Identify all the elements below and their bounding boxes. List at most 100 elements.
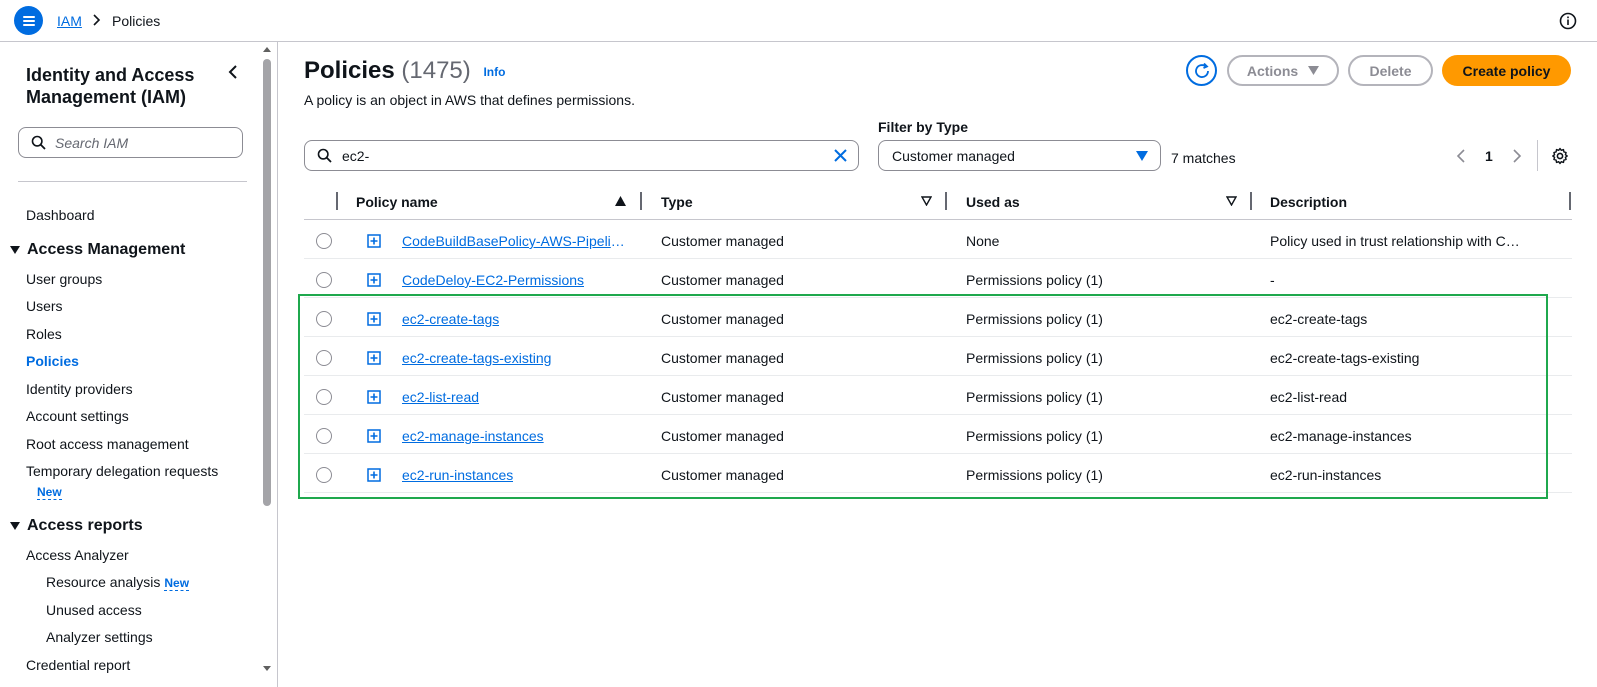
breadcrumb-iam-link[interactable]: IAM bbox=[57, 13, 82, 29]
close-icon[interactable] bbox=[833, 148, 848, 163]
table-row[interactable]: ec2-create-tags-existing Customer manage… bbox=[304, 338, 1572, 376]
column-header-type[interactable]: Type bbox=[661, 194, 693, 210]
table-row[interactable]: ec2-create-tags Customer managed Permiss… bbox=[304, 299, 1572, 337]
policy-type: Customer managed bbox=[661, 428, 784, 444]
caret-down-icon bbox=[1308, 66, 1320, 75]
column-divider[interactable] bbox=[1569, 192, 1571, 210]
info-link[interactable]: Info bbox=[483, 65, 505, 79]
delete-button[interactable]: Delete bbox=[1348, 55, 1433, 86]
policy-used-as: Permissions policy (1) bbox=[966, 272, 1103, 288]
sidebar-section-label: Access reports bbox=[27, 517, 143, 534]
info-circle-icon[interactable] bbox=[1559, 12, 1577, 30]
policy-description: ec2-manage-instances bbox=[1270, 428, 1412, 444]
column-divider[interactable] bbox=[945, 192, 947, 210]
filter-type-value: Customer managed bbox=[892, 147, 1015, 164]
sidebar-section-access-reports[interactable]: Access reports bbox=[10, 517, 143, 535]
column-divider[interactable] bbox=[640, 192, 642, 210]
expand-icon[interactable] bbox=[367, 468, 381, 482]
sidebar-item-unused-access[interactable]: Unused access bbox=[46, 602, 142, 618]
sort-icon[interactable] bbox=[1226, 196, 1237, 206]
main-content: Policies (1475) Info A policy is an obje… bbox=[279, 42, 1597, 687]
policy-used-as: Permissions policy (1) bbox=[966, 467, 1103, 483]
scrollbar-thumb[interactable] bbox=[263, 59, 271, 506]
chevron-left-icon[interactable] bbox=[1456, 148, 1466, 164]
policy-name-link[interactable]: ec2-list-read bbox=[402, 389, 479, 405]
policy-search-field[interactable] bbox=[304, 140, 859, 171]
chevron-right-icon[interactable] bbox=[1512, 148, 1522, 164]
sidebar-item-dashboard[interactable]: Dashboard bbox=[26, 207, 95, 223]
caret-down-icon bbox=[10, 246, 20, 254]
collapse-sidebar-icon[interactable] bbox=[226, 64, 242, 80]
row-select-radio[interactable] bbox=[316, 428, 332, 444]
sort-icon[interactable] bbox=[921, 196, 932, 206]
policy-type: Customer managed bbox=[661, 467, 784, 483]
table-row[interactable]: CodeDeloy-EC2-Permissions Customer manag… bbox=[304, 260, 1572, 298]
policy-name-link[interactable]: ec2-create-tags-existing bbox=[402, 350, 551, 366]
sort-ascending-icon[interactable] bbox=[615, 196, 626, 206]
sidebar-item-users[interactable]: Users bbox=[26, 298, 63, 314]
sidebar-item-user-groups[interactable]: User groups bbox=[26, 271, 102, 287]
expand-icon[interactable] bbox=[367, 351, 381, 365]
policy-name-link[interactable]: CodeDeloy-EC2-Permissions bbox=[402, 272, 584, 288]
column-header-description[interactable]: Description bbox=[1270, 194, 1347, 210]
sidebar-item-root-access-management[interactable]: Root access management bbox=[26, 436, 189, 452]
column-header-policy-name[interactable]: Policy name bbox=[356, 194, 438, 210]
sidebar-search-field[interactable] bbox=[18, 127, 243, 158]
gear-icon[interactable] bbox=[1551, 147, 1569, 165]
sidebar-item-roles[interactable]: Roles bbox=[26, 326, 62, 342]
table-row[interactable]: ec2-manage-instances Customer managed Pe… bbox=[304, 416, 1572, 454]
expand-icon[interactable] bbox=[367, 273, 381, 287]
sidebar-item-temporary-delegation-requests[interactable]: Temporary delegation requests bbox=[26, 463, 218, 479]
expand-icon[interactable] bbox=[367, 312, 381, 326]
column-divider[interactable] bbox=[1250, 192, 1252, 210]
sidebar-item-analyzer-settings[interactable]: Analyzer settings bbox=[46, 629, 153, 645]
page-number[interactable]: 1 bbox=[1485, 148, 1493, 164]
hamburger-icon bbox=[22, 15, 35, 26]
sidebar-item-access-analyzer[interactable]: Access Analyzer bbox=[26, 547, 129, 563]
sidebar-item-identity-providers[interactable]: Identity providers bbox=[26, 381, 133, 397]
row-select-radio[interactable] bbox=[316, 272, 332, 288]
scroll-down-icon[interactable] bbox=[262, 665, 272, 673]
policy-used-as: Permissions policy (1) bbox=[966, 428, 1103, 444]
policy-used-as: Permissions policy (1) bbox=[966, 350, 1103, 366]
policy-name-link[interactable]: ec2-run-instances bbox=[402, 467, 513, 483]
search-icon bbox=[31, 135, 46, 150]
scroll-up-icon[interactable] bbox=[262, 45, 272, 53]
policy-count: (1475) bbox=[401, 57, 471, 84]
refresh-button[interactable] bbox=[1186, 55, 1217, 86]
policy-type: Customer managed bbox=[661, 311, 784, 327]
policy-name-link[interactable]: ec2-manage-instances bbox=[402, 428, 544, 444]
sidebar-scrollbar[interactable] bbox=[262, 45, 272, 685]
policy-name-link[interactable]: CodeBuildBasePolicy-AWS-Pipeline-Managed bbox=[402, 233, 632, 249]
create-policy-button[interactable]: Create policy bbox=[1442, 55, 1571, 86]
expand-icon[interactable] bbox=[367, 234, 381, 248]
sidebar-item-credential-report[interactable]: Credential report bbox=[26, 657, 130, 673]
sidebar-item-resource-analysis[interactable]: Resource analysis New bbox=[46, 574, 190, 591]
row-select-radio[interactable] bbox=[316, 311, 332, 327]
policy-description: - bbox=[1270, 272, 1275, 288]
row-select-radio[interactable] bbox=[316, 233, 332, 249]
policy-name-link[interactable]: ec2-create-tags bbox=[402, 311, 499, 327]
sidebar-item-account-settings[interactable]: Account settings bbox=[26, 408, 129, 424]
table-row[interactable]: CodeBuildBasePolicy-AWS-Pipeline-Managed… bbox=[304, 221, 1572, 259]
filter-type-select[interactable]: Customer managed bbox=[878, 140, 1161, 171]
column-header-used-as[interactable]: Used as bbox=[966, 194, 1020, 210]
filter-by-type-label: Filter by Type bbox=[878, 119, 968, 135]
page-description: A policy is an object in AWS that define… bbox=[304, 92, 635, 108]
table-header: Policy name Type Used as Description bbox=[304, 182, 1572, 220]
top-navigation-bar: IAM Policies bbox=[0, 0, 1597, 42]
table-row[interactable]: ec2-list-read Customer managed Permissio… bbox=[304, 377, 1572, 415]
row-select-radio[interactable] bbox=[316, 350, 332, 366]
policy-search-input[interactable] bbox=[342, 147, 812, 164]
row-select-radio[interactable] bbox=[316, 467, 332, 483]
sidebar-section-access-management[interactable]: Access Management bbox=[10, 241, 185, 259]
sidebar-search-input[interactable] bbox=[55, 134, 235, 151]
expand-icon[interactable] bbox=[367, 429, 381, 443]
table-row[interactable]: ec2-run-instances Customer managed Permi… bbox=[304, 455, 1572, 493]
row-select-radio[interactable] bbox=[316, 389, 332, 405]
sidebar-item-policies[interactable]: Policies bbox=[26, 353, 79, 369]
policy-used-as: Permissions policy (1) bbox=[966, 389, 1103, 405]
expand-icon[interactable] bbox=[367, 390, 381, 404]
actions-dropdown-button[interactable]: Actions bbox=[1227, 55, 1339, 86]
menu-button[interactable] bbox=[14, 6, 43, 35]
